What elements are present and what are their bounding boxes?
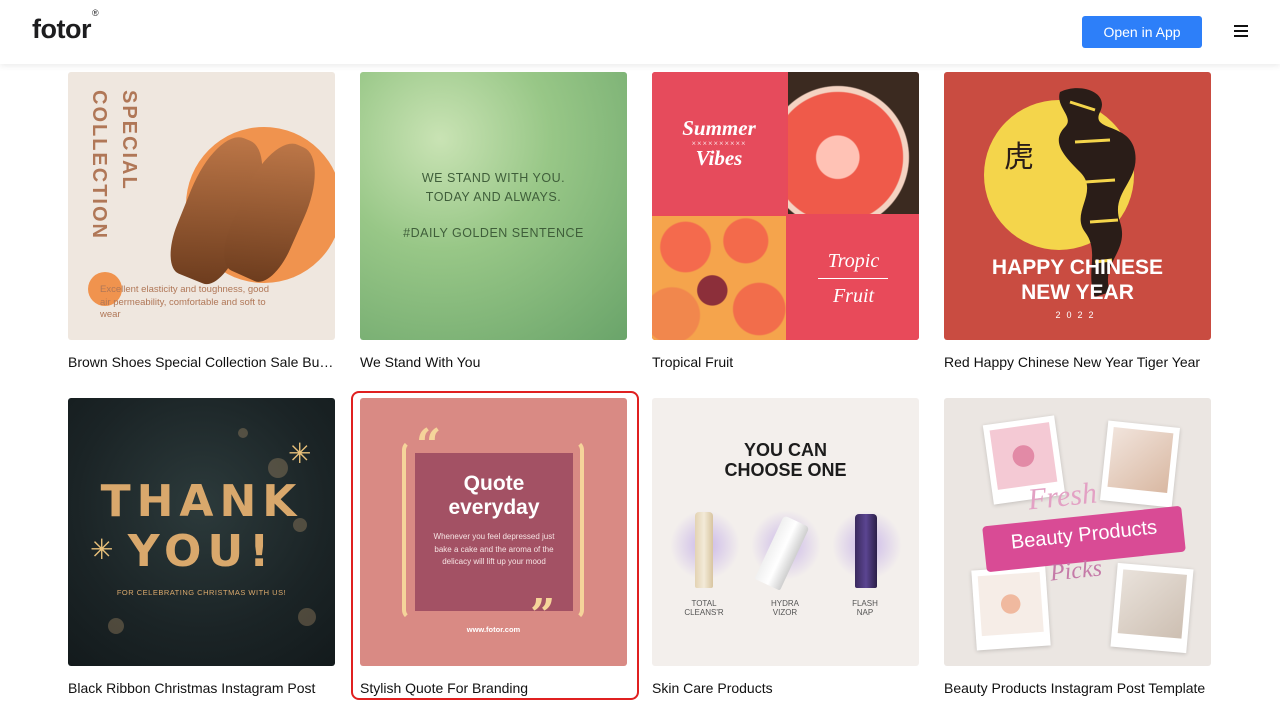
gold-ribbon [68,398,158,458]
template-card[interactable]: YOU CAN CHOOSE ONE TOTAL CLEANS'R HYDRA VIZ… [652,398,920,698]
template-thumbnail[interactable]: “ ” Quote everyday Whenever you feel depr… [360,398,627,666]
bokeh-light [108,618,124,634]
template-card[interactable]: “ ” Quote everyday Whenever you feel depr… [360,398,628,698]
product-label-line: FLASH [852,599,878,608]
open-in-app-button[interactable]: Open in App [1082,16,1202,48]
product-tube [695,512,713,588]
template-card[interactable]: WE STAND WITH YOU. TODAY AND ALWAYS. #DA… [360,72,628,372]
template-caption[interactable]: Tropical Fruit [652,354,920,370]
thumb-text: Tropic [827,250,880,272]
template-caption[interactable]: Black Ribbon Christmas Instagram Post [68,680,336,696]
divider [818,278,888,279]
template-thumbnail[interactable]: ✳ ✳ THANK YOU! FOR CELEBRATING CHRISTMAS… [68,398,335,666]
thumb-text: Fruit [832,285,875,307]
thumb-year: 2022 [1055,310,1100,320]
polaroid-photo [1110,562,1194,654]
panel: Summer ×××××××××× Vibes [652,72,786,214]
thumb-subtitle: FOR CELEBRATING CHRISTMAS WITH US! [116,588,287,597]
template-caption[interactable]: We Stand With You [360,354,628,370]
template-thumbnail[interactable]: Summer ×××××××××× Vibes Tropic Fruit [652,72,919,340]
thumb-text: Vibes [695,146,743,170]
fotor-logo[interactable]: fotor® [32,8,99,45]
polaroid-photo [971,565,1051,651]
registered-mark: ® [91,8,99,18]
template-caption[interactable]: Brown Shoes Special Collection Sale Bu… [68,354,336,370]
product-label-line: NAP [856,608,874,617]
thumb-title-line: Quote [463,472,525,495]
template-card[interactable]: SPECIAL COLLECTION Excellent elasticity … [68,72,336,372]
thumb-glyph: 虎 [1004,141,1034,174]
thumb-headline: HAPPY CHINESE [991,256,1164,279]
product-label: HYDRA VIZOR [750,599,820,617]
thumb-body: Excellent elasticity and toughness, good… [100,284,269,320]
template-card[interactable]: 虎 HAPPY CHINESE NEW YEAR 2022 Red Happy … [944,72,1212,372]
panel: Tropic Fruit [788,216,919,340]
thumb-headline-line: CHOOSE ONE [724,460,847,480]
template-thumbnail[interactable]: YOU CAN CHOOSE ONE TOTAL CLEANS'R HYDRA VIZ… [652,398,919,666]
thumb-body: Whenever you feel depressed just bake a … [433,532,555,566]
fruit-image [652,216,786,340]
logo-text: fotor [32,14,91,44]
product-label-line: CLEANS'R [684,608,724,617]
thumb-line: TODAY AND ALWAYS. [425,190,562,204]
template-thumbnail[interactable]: SPECIAL COLLECTION Excellent elasticity … [68,72,335,340]
bokeh-light [238,428,248,438]
template-card[interactable]: ✳ ✳ THANK YOU! FOR CELEBRATING CHRISTMAS… [68,398,336,698]
template-caption[interactable]: Skin Care Products [652,680,920,696]
product-label-line: TOTAL [691,599,717,608]
thumb-text: Summer [682,116,756,140]
thumb-line: #DAILY GOLDEN SENTENCE [403,226,584,240]
top-header: fotor® Open in App [0,0,1280,64]
thumb-headline: YOU CAN CHOOSE ONE [652,440,919,480]
template-thumbnail[interactable]: 虎 HAPPY CHINESE NEW YEAR 2022 [944,72,1211,340]
product-label: FLASH NAP [830,599,900,617]
template-caption[interactable]: Red Happy Chinese New Year Tiger Year [944,354,1212,370]
thumb-url: www.fotor.com [466,625,521,634]
template-card[interactable]: Fresh Beauty Products Picks Beauty Produ… [944,398,1212,698]
template-thumbnail[interactable]: Fresh Beauty Products Picks [944,398,1211,666]
polaroid-photo [1100,420,1180,508]
template-card[interactable]: Summer ×××××××××× Vibes Tropic Fruit Tro… [652,72,920,372]
thumb-script-text: Picks [1048,555,1104,587]
grapefruit-image [788,72,919,214]
thumb-headline: YOU! [127,526,276,577]
template-caption[interactable]: Beauty Products Instagram Post Template [944,680,1212,696]
thumb-headline: THANK [100,476,303,527]
product-label-line: HYDRA [770,599,799,608]
sparkle-icon: ✳ [288,438,312,469]
thumb-title: Quote everyday [415,472,573,520]
thumb-headline: NEW YEAR [1021,281,1134,304]
thumb-script-text: Fresh [1026,476,1099,517]
template-thumbnail[interactable]: WE STAND WITH YOU. TODAY AND ALWAYS. #DA… [360,72,627,340]
thumb-line: WE STAND WITH YOU. [421,171,566,185]
bokeh-light [268,458,288,478]
open-quote-icon: “ [416,420,442,471]
template-caption[interactable]: Stylish Quote For Branding [360,680,628,696]
thumb-headline-line: YOU CAN [743,440,827,460]
product-label: TOTAL CLEANS'R [669,599,739,617]
product-tube [855,514,877,588]
thumb-title-line: everyday [448,496,540,519]
hamburger-menu-icon[interactable] [1234,25,1248,37]
product-label-line: VIZOR [772,608,798,617]
